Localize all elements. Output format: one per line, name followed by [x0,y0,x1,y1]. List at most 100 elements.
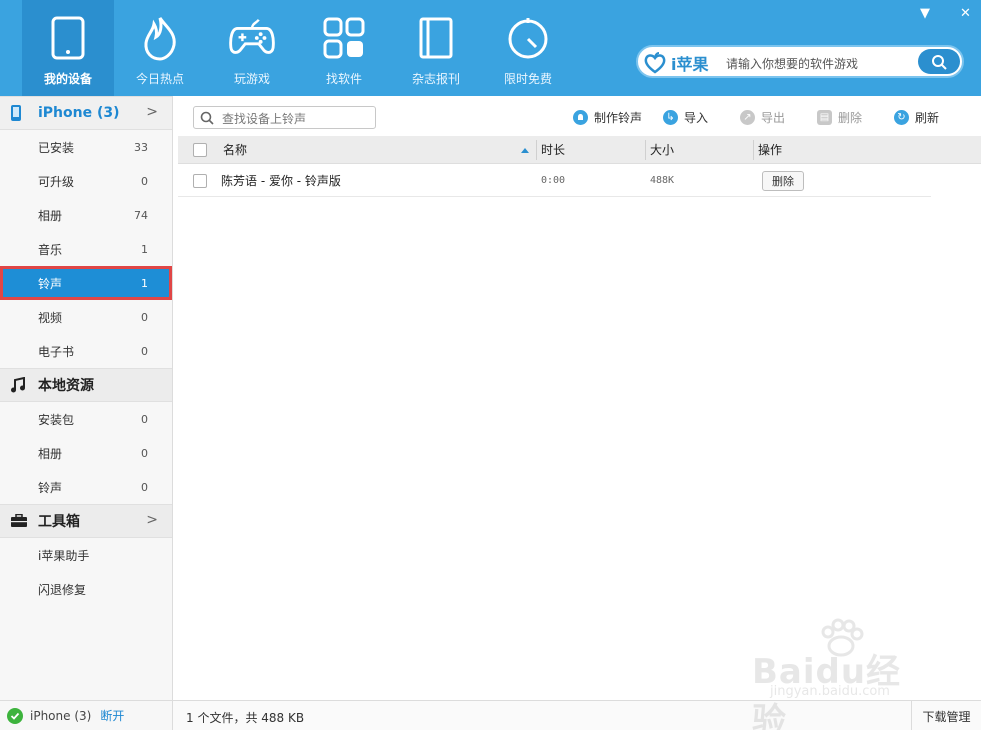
column-divider[interactable] [645,140,646,160]
export-label: 导出 [761,111,786,125]
column-header-duration[interactable]: 时长 [541,136,565,164]
make-ringtone-label: 制作铃声 [594,111,643,125]
sidebar-item-iapple-helper[interactable]: i苹果助手 [0,538,172,572]
apple-heart-icon [644,52,666,74]
export-button[interactable]: ↗ 导出 [740,109,785,126]
column-divider[interactable] [753,140,754,160]
local-title: 本地资源 [38,378,94,394]
sidebar-item-packages[interactable]: 安装包 0 [0,402,172,436]
sidebar-item-label: 铃声 [38,480,63,495]
gamepad-icon [228,14,276,62]
sidebar-item-count: 0 [141,344,148,358]
sidebar-item-crash-fix[interactable]: 闪退修复 [0,572,172,606]
sidebar-item-count: 0 [141,310,148,324]
sidebar-item-photos[interactable]: 相册 74 [0,198,172,232]
bell-icon [573,110,588,125]
nav-play-games[interactable]: 玩游戏 [206,0,298,96]
make-ringtone-button[interactable]: 制作铃声 [573,109,642,126]
baidu-watermark: Baidu经验 jingyan.baidu.com [752,618,932,730]
app-search-box[interactable]: i苹果 请输入你想要的软件游戏 [636,45,964,78]
device-search-input[interactable]: 查找设备上铃声 [193,106,376,129]
tablet-icon [44,14,92,62]
column-header-action: 操作 [758,143,783,157]
trash-icon: ▤ [817,110,832,125]
sidebar-item-count: 33 [134,140,148,154]
sidebar-item-ringtones[interactable]: 铃声 1 [0,266,172,300]
chevron-right-icon[interactable]: > [146,512,158,528]
sidebar-item-label: 可升级 [38,174,75,189]
nav-label: 我的设备 [43,72,92,86]
nav-my-device[interactable]: 我的设备 [22,0,114,96]
nav-label: 限时免费 [503,72,552,86]
sidebar-item-installed[interactable]: 已安装 33 [0,130,172,164]
watermark-url: jingyan.baidu.com [770,684,890,699]
select-all-checkbox[interactable] [193,143,207,157]
nav-today-hot[interactable]: 今日热点 [114,0,206,96]
sidebar-item-count: 1 [141,276,148,290]
device-search-placeholder: 查找设备上铃声 [222,112,307,126]
nav-label: 玩游戏 [233,72,270,86]
device-status-bar: iPhone (3) 断开 [0,700,172,730]
column-header-name[interactable]: 名称 [223,136,247,164]
sidebar-item-count: 0 [141,480,148,494]
chevron-right-icon[interactable]: > [146,104,158,120]
delete-button[interactable]: ▤ 删除 [817,109,862,126]
sidebar-item-label: 已安装 [38,140,75,155]
sidebar-item-label: 相册 [38,446,63,461]
search-button[interactable] [918,49,960,74]
device-title: iPhone (3) [38,105,120,121]
nav-find-software[interactable]: 找软件 [298,0,390,96]
connected-device: iPhone (3) [30,708,92,723]
sidebar-item-count: 0 [141,446,148,460]
book-icon [412,14,460,62]
nav-label: 找软件 [325,72,362,86]
table-row[interactable]: 陈芳语 - 爱你 - 铃声版 0:00 488K 删除 [178,165,931,197]
row-delete-button[interactable]: 删除 [762,171,804,191]
refresh-button[interactable]: ↻ 刷新 [894,109,939,126]
refresh-icon: ↻ [894,110,909,125]
sidebar-local-header[interactable]: 本地资源 [0,368,172,402]
nav-limited-free[interactable]: 限时免费 [482,0,574,96]
top-bar: 我的设备 今日热点 玩游戏 找软件 杂志报刊 限时免费 ▼ ✕ i苹果 请输入你… [0,0,981,96]
close-button[interactable]: ✕ [960,6,971,21]
sidebar-item-ebooks[interactable]: 电子书 0 [0,334,172,368]
sidebar-item-label: 闪退修复 [38,582,87,597]
sidebar-item-label: 铃声 [38,276,63,291]
minimize-button[interactable]: ▼ [920,6,930,21]
sidebar-item-label: 相册 [38,208,63,223]
search-icon [932,54,947,70]
nav-label: 杂志报刊 [411,72,460,86]
sidebar-device-header[interactable]: iPhone (3) > [0,96,172,130]
app-search-input[interactable]: 请输入你想要的软件游戏 [726,55,858,72]
import-button[interactable]: ↳ 导入 [663,109,708,126]
iapple-logo: i苹果 [644,51,709,75]
import-label: 导入 [684,111,709,125]
check-icon [7,707,23,724]
sort-ascending-icon[interactable] [521,148,529,153]
ringtone-duration: 0:00 [541,175,566,186]
nav-magazines[interactable]: 杂志报刊 [390,0,482,96]
import-icon: ↳ [663,110,678,125]
row-checkbox[interactable] [193,174,207,188]
sidebar-item-label: i苹果助手 [38,548,90,563]
sidebar-tools-header[interactable]: 工具箱 > [0,504,172,538]
export-icon: ↗ [740,110,755,125]
sidebar-item-music[interactable]: 音乐 1 [0,232,172,266]
toolbar: 查找设备上铃声 制作铃声 ↳ 导入 ↗ 导出 ▤ 删除 ↻ 刷新 [173,96,981,136]
sidebar-item-local-ringtones[interactable]: 铃声 0 [0,470,172,504]
ringtone-name: 陈芳语 - 爱你 - 铃声版 [221,174,341,188]
sidebar-item-upgradable[interactable]: 可升级 0 [0,164,172,198]
column-header-size[interactable]: 大小 [650,136,674,164]
sidebar-item-label: 视频 [38,310,63,325]
file-summary: 1 个文件，共 488 KB [186,711,305,725]
column-divider[interactable] [536,140,537,160]
brand-name: i苹果 [671,55,709,74]
sidebar-item-count: 1 [141,242,148,256]
sidebar-item-local-photos[interactable]: 相册 0 [0,436,172,470]
sidebar-item-videos[interactable]: 视频 0 [0,300,172,334]
timer-icon [504,14,552,62]
sidebar-item-label: 音乐 [38,242,63,257]
disconnect-link[interactable]: 断开 [100,707,124,724]
sidebar-item-count: 0 [141,174,148,188]
sidebar: iPhone (3) > 已安装 33 可升级 0 相册 74 音乐 1 铃声 1 视频 0… [0,96,173,730]
